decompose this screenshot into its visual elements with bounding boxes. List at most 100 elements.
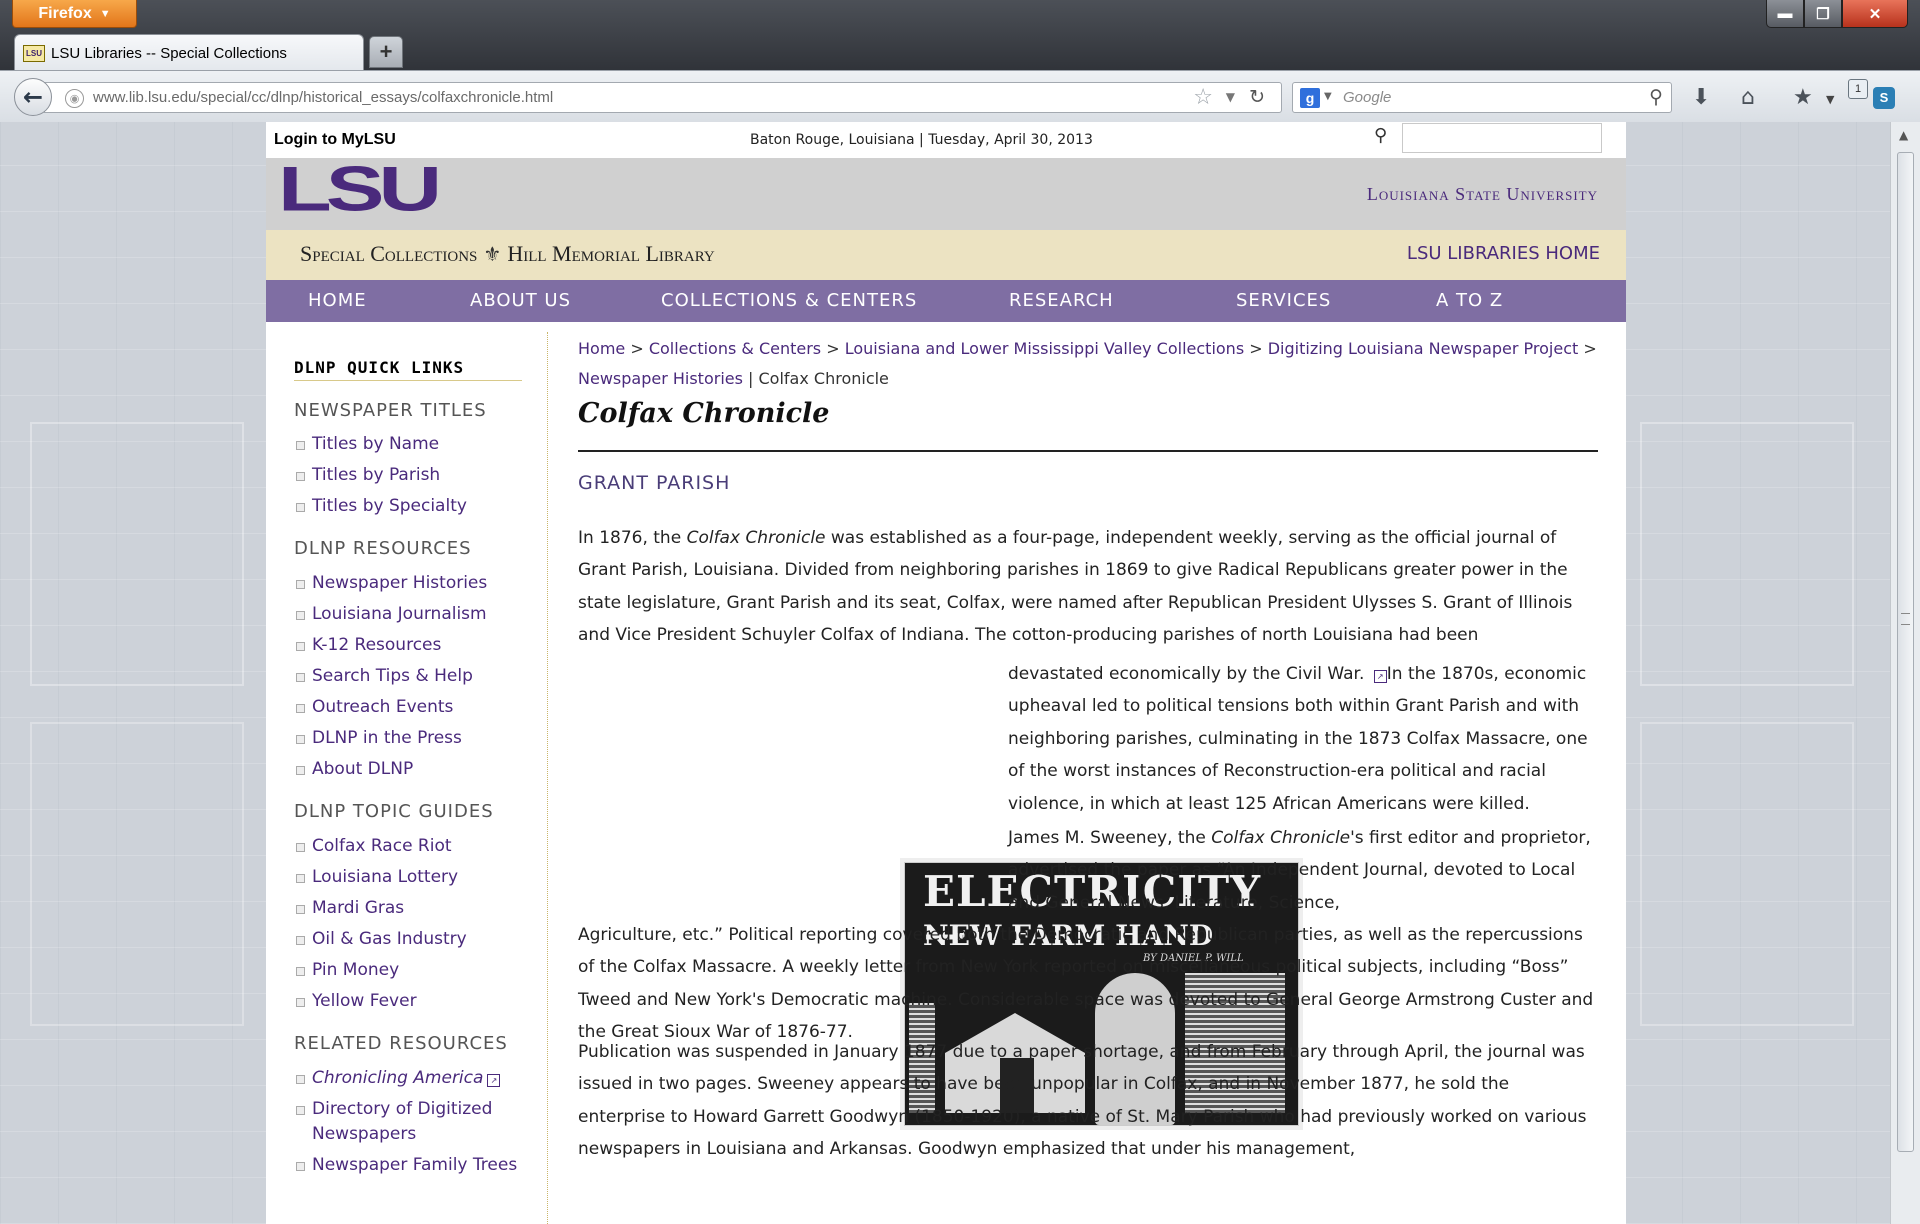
breadcrumb-llmvc[interactable]: Louisiana and Lower Mississippi Valley C… <box>845 339 1244 358</box>
home-icon[interactable]: ⌂ <box>1741 85 1755 110</box>
breadcrumb-current: Colfax Chronicle <box>758 369 889 388</box>
sidebar-item-newspaper-histories[interactable]: Newspaper Histories <box>296 571 522 596</box>
nav-research[interactable]: RESEARCH <box>1009 290 1114 311</box>
sidebar-item-k12-resources[interactable]: K-12 Resources <box>296 633 522 658</box>
bookmarks-icon[interactable]: ★ <box>1793 85 1813 110</box>
quick-links-heading: DLNP QUICK LINKS <box>294 358 465 377</box>
scrollbar-thumb[interactable] <box>1897 152 1914 1152</box>
blueprint-decoration <box>30 722 244 1026</box>
paragraph-2: James M. Sweeney, the Colfax Chronicle's… <box>1008 822 1598 919</box>
special-collections-label: Special Collections <box>300 241 478 266</box>
paragraph-1-continued: devastated economically by the Civil War… <box>1008 658 1598 820</box>
sidebar-item-titles-by-parish[interactable]: Titles by Parish <box>296 463 522 488</box>
login-link[interactable]: Login to MyLSU <box>274 131 396 149</box>
engine-dropdown-icon[interactable]: ▼ <box>1324 91 1332 102</box>
sidebar-item-pin-money[interactable]: Pin Money <box>296 958 522 983</box>
history-dropdown-icon[interactable]: ▼ <box>1226 90 1235 104</box>
search-icon[interactable]: ⚲ <box>1374 125 1387 146</box>
addon-icon[interactable]: S <box>1873 87 1895 109</box>
related-resources-heading: RELATED RESOURCES <box>294 1033 508 1054</box>
university-name[interactable]: Louisiana State University <box>1367 184 1598 205</box>
lsu-logo[interactable]: LSU <box>278 157 442 220</box>
utility-bar: Login to MyLSU Baton Rouge, Louisiana | … <box>266 122 1626 158</box>
blueprint-decoration <box>30 422 244 686</box>
brand-bar: LSU Louisiana State University <box>266 157 1626 230</box>
lsu-favicon-icon: LSU <box>23 45 45 62</box>
nav-a-to-z[interactable]: A TO Z <box>1436 290 1503 311</box>
breadcrumb-collections[interactable]: Collections & Centers <box>649 339 821 358</box>
sidebar-item-mardi-gras[interactable]: Mardi Gras <box>296 896 522 921</box>
bookmarks-dropdown-icon[interactable]: ▼ <box>1826 93 1834 106</box>
sidebar-item-outreach-events[interactable]: Outreach Events <box>296 695 522 720</box>
breadcrumb-newspaper-histories[interactable]: Newspaper Histories <box>578 369 743 388</box>
sidebar-item-yellow-fever[interactable]: Yellow Fever <box>296 989 522 1014</box>
site-search-input[interactable] <box>1402 123 1602 153</box>
url-bar[interactable]: ◉ www.lib.lsu.edu/special/cc/dlnp/histor… <box>44 82 1282 113</box>
firefox-menu-button[interactable]: Firefox ▼ <box>12 0 137 28</box>
download-icon[interactable]: ⬇ <box>1692 85 1710 110</box>
sidebar-item-louisiana-lottery[interactable]: Louisiana Lottery <box>296 865 522 890</box>
sidebar-item-about-dlnp[interactable]: About DLNP <box>296 757 522 782</box>
p1-text-d: In the 1870s, economic upheaval led to p… <box>1008 664 1588 814</box>
sidebar-item-chronicling-america[interactable]: Chronicling America ↗ <box>296 1066 522 1091</box>
p1-text-c: devastated economically by the Civil War… <box>1008 664 1365 684</box>
chronicling-america-label: Chronicling America <box>312 1068 484 1088</box>
new-tab-button[interactable]: + <box>369 36 403 68</box>
browser-tab[interactable]: LSU LSU Libraries -- Special Collections <box>14 34 364 72</box>
library-name: Hill Memorial Library <box>507 241 715 266</box>
p2-title-ref: Colfax Chronicle <box>1211 828 1351 848</box>
tab-title: LSU Libraries -- Special Collections <box>51 45 287 62</box>
libraries-home-link[interactable]: LSU LIBRARIES HOME <box>1407 243 1600 264</box>
divider <box>294 380 522 381</box>
reload-icon[interactable]: ↻ <box>1249 86 1265 108</box>
browser-chrome: Firefox ▼ ▬ ❐ ✕ LSU LSU Libraries -- Spe… <box>0 0 1920 123</box>
breadcrumb-dlnp[interactable]: Digitizing Louisiana Newspaper Project <box>1268 339 1579 358</box>
sidebar-item-oil-gas[interactable]: Oil & Gas Industry <box>296 927 522 952</box>
page-viewport: Login to MyLSU Baton Rouge, Louisiana | … <box>0 122 1890 1224</box>
sidebar: DLNP QUICK LINKS NEWSPAPER TITLES Titles… <box>266 322 548 1224</box>
breadcrumb-home[interactable]: Home <box>578 339 625 358</box>
blueprint-decoration <box>1640 722 1854 1026</box>
nav-collections-centers[interactable]: COLLECTIONS & CENTERS <box>661 290 917 311</box>
navigation-toolbar: ← ◉ www.lib.lsu.edu/special/cc/dlnp/hist… <box>0 70 1920 123</box>
scroll-grip <box>1901 613 1910 625</box>
sidebar-item-titles-by-specialty[interactable]: Titles by Specialty <box>296 494 522 519</box>
back-arrow-icon[interactable]: ← <box>14 78 52 116</box>
scroll-up-arrow-icon[interactable]: ▲ <box>1899 128 1908 142</box>
special-collections-bar: Special Collections ⚜ Hill Memorial Librar… <box>266 230 1626 280</box>
paragraph-2-continued: Agriculture, etc.” Political reporting c… <box>578 925 1594 1043</box>
paragraph-1: In 1876, the Colfax Chronicle was establ… <box>578 522 1598 652</box>
dateline: Baton Rouge, Louisiana | Tuesday, April … <box>750 132 1093 148</box>
search-bar[interactable]: g ▼ Google ⚲ <box>1292 82 1672 113</box>
nav-services[interactable]: SERVICES <box>1236 290 1331 311</box>
close-window-button[interactable]: ✕ <box>1842 0 1908 28</box>
nav-about-us[interactable]: ABOUT US <box>470 290 571 311</box>
sidebar-item-dlnp-in-press[interactable]: DLNP in the Press <box>296 726 522 751</box>
url-text[interactable]: www.lib.lsu.edu/special/cc/dlnp/historic… <box>93 89 553 106</box>
search-placeholder[interactable]: Google <box>1343 89 1391 106</box>
breadcrumb: Home > Collections & Centers > Louisiana… <box>578 339 1597 388</box>
sidebar-item-family-trees[interactable]: Newspaper Family Trees <box>296 1153 522 1178</box>
notification-badge[interactable]: 1 <box>1848 79 1868 99</box>
minimize-button[interactable]: ▬ <box>1766 0 1804 28</box>
firefox-menu-label: Firefox <box>38 4 92 22</box>
scrollbar[interactable]: ▲ <box>1890 122 1920 1224</box>
maximize-button[interactable]: ❐ <box>1804 0 1842 28</box>
newspaper-titles-heading: NEWSPAPER TITLES <box>294 400 487 421</box>
chevron-down-icon: ▼ <box>99 7 111 20</box>
nav-home[interactable]: HOME <box>308 290 367 311</box>
dlnp-resources-heading: DLNP RESOURCES <box>294 538 472 559</box>
p1-title-ref: Colfax Chronicle <box>686 528 826 548</box>
sidebar-item-louisiana-journalism[interactable]: Louisiana Journalism <box>296 602 522 627</box>
sidebar-item-digitized-directory[interactable]: Directory of Digitized Newspapers <box>296 1097 522 1147</box>
magnifier-icon[interactable]: ⚲ <box>1649 86 1663 108</box>
google-icon[interactable]: g <box>1300 88 1320 108</box>
special-collections-title[interactable]: Special Collections ⚜ Hill Memorial Librar… <box>300 241 715 267</box>
bookmark-star-icon[interactable]: ☆ <box>1193 85 1213 110</box>
footnote-icon[interactable]: ↗ <box>1373 670 1387 683</box>
sidebar-item-titles-by-name[interactable]: Titles by Name <box>296 432 522 457</box>
paragraph-3: Publication was suspended in January 187… <box>578 1042 1587 1160</box>
p1-text-a: In 1876, the <box>578 528 687 548</box>
sidebar-item-colfax-race-riot[interactable]: Colfax Race Riot <box>296 834 522 859</box>
sidebar-item-search-tips[interactable]: Search Tips & Help <box>296 664 522 689</box>
